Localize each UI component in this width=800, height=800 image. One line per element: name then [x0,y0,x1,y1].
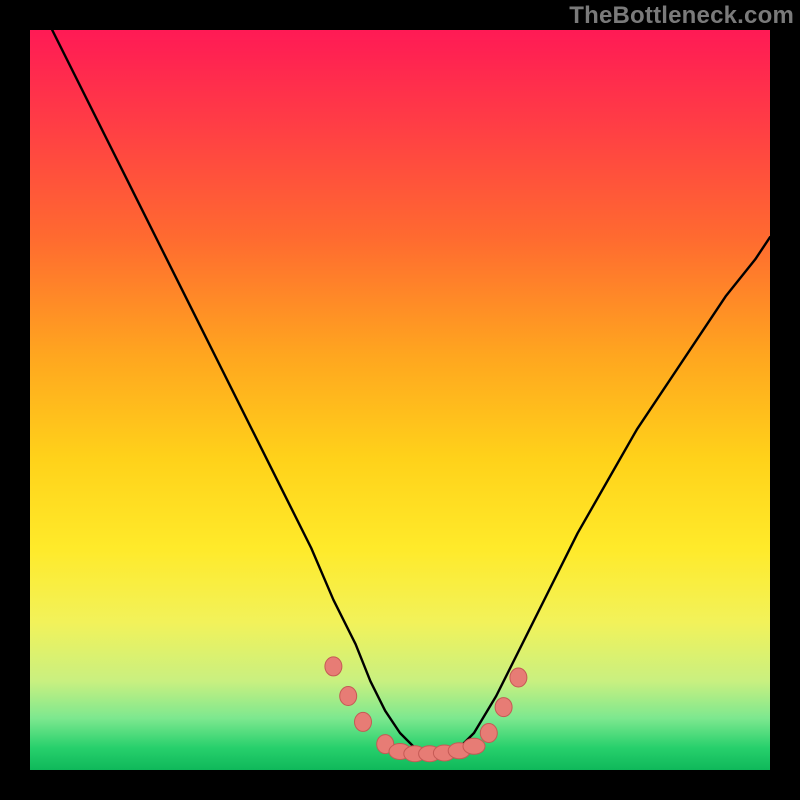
watermark-text: TheBottleneck.com [569,2,794,30]
curve-marker [355,712,372,731]
bottleneck-curve [52,30,770,755]
curve-marker [510,668,527,687]
outer-frame: TheBottleneck.com [0,0,800,800]
curve-marker [480,724,497,743]
plot-area [30,30,770,770]
curve-marker [325,657,342,676]
curve-markers [325,657,527,762]
curve-marker [340,687,357,706]
curve-marker [495,698,512,717]
curve-layer [30,30,770,770]
curve-marker [463,738,485,754]
